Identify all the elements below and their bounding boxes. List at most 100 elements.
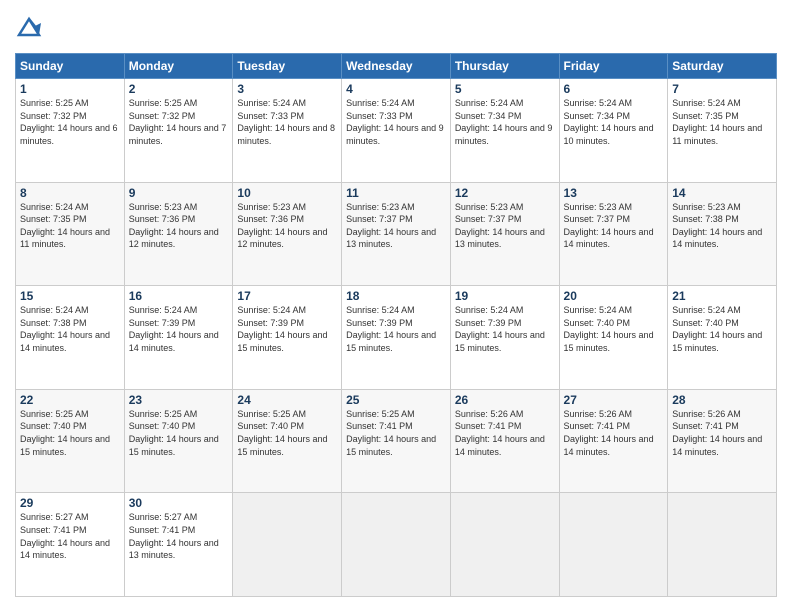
day-cell [233,493,342,597]
day-number: 23 [129,393,229,407]
day-cell: 6 Sunrise: 5:24 AMSunset: 7:34 PMDayligh… [559,79,668,183]
day-cell [559,493,668,597]
day-number: 19 [455,289,555,303]
day-number: 6 [564,82,664,96]
day-info: Sunrise: 5:24 AMSunset: 7:34 PMDaylight:… [564,97,664,147]
day-number: 18 [346,289,446,303]
day-info: Sunrise: 5:24 AMSunset: 7:35 PMDaylight:… [20,201,120,251]
day-cell: 21 Sunrise: 5:24 AMSunset: 7:40 PMDaylig… [668,286,777,390]
day-number: 30 [129,496,229,510]
week-row-4: 22 Sunrise: 5:25 AMSunset: 7:40 PMDaylig… [16,389,777,493]
day-number: 1 [20,82,120,96]
day-number: 24 [237,393,337,407]
weekday-sunday: Sunday [16,54,125,79]
day-cell: 16 Sunrise: 5:24 AMSunset: 7:39 PMDaylig… [124,286,233,390]
day-cell: 7 Sunrise: 5:24 AMSunset: 7:35 PMDayligh… [668,79,777,183]
day-number: 21 [672,289,772,303]
day-cell: 25 Sunrise: 5:25 AMSunset: 7:41 PMDaylig… [342,389,451,493]
day-cell: 11 Sunrise: 5:23 AMSunset: 7:37 PMDaylig… [342,182,451,286]
day-info: Sunrise: 5:23 AMSunset: 7:37 PMDaylight:… [564,201,664,251]
day-cell: 20 Sunrise: 5:24 AMSunset: 7:40 PMDaylig… [559,286,668,390]
day-number: 8 [20,186,120,200]
day-number: 2 [129,82,229,96]
day-cell: 10 Sunrise: 5:23 AMSunset: 7:36 PMDaylig… [233,182,342,286]
day-info: Sunrise: 5:26 AMSunset: 7:41 PMDaylight:… [455,408,555,458]
day-info: Sunrise: 5:25 AMSunset: 7:41 PMDaylight:… [346,408,446,458]
header [15,15,777,43]
day-cell: 4 Sunrise: 5:24 AMSunset: 7:33 PMDayligh… [342,79,451,183]
day-info: Sunrise: 5:23 AMSunset: 7:37 PMDaylight:… [346,201,446,251]
day-number: 17 [237,289,337,303]
day-info: Sunrise: 5:27 AMSunset: 7:41 PMDaylight:… [20,511,120,561]
day-cell: 18 Sunrise: 5:24 AMSunset: 7:39 PMDaylig… [342,286,451,390]
day-cell: 2 Sunrise: 5:25 AMSunset: 7:32 PMDayligh… [124,79,233,183]
day-info: Sunrise: 5:23 AMSunset: 7:38 PMDaylight:… [672,201,772,251]
week-row-5: 29 Sunrise: 5:27 AMSunset: 7:41 PMDaylig… [16,493,777,597]
day-cell: 13 Sunrise: 5:23 AMSunset: 7:37 PMDaylig… [559,182,668,286]
day-number: 7 [672,82,772,96]
day-info: Sunrise: 5:25 AMSunset: 7:32 PMDaylight:… [20,97,120,147]
day-cell: 17 Sunrise: 5:24 AMSunset: 7:39 PMDaylig… [233,286,342,390]
weekday-tuesday: Tuesday [233,54,342,79]
day-info: Sunrise: 5:25 AMSunset: 7:40 PMDaylight:… [129,408,229,458]
day-cell: 8 Sunrise: 5:24 AMSunset: 7:35 PMDayligh… [16,182,125,286]
day-info: Sunrise: 5:26 AMSunset: 7:41 PMDaylight:… [564,408,664,458]
day-info: Sunrise: 5:24 AMSunset: 7:33 PMDaylight:… [346,97,446,147]
day-cell: 5 Sunrise: 5:24 AMSunset: 7:34 PMDayligh… [450,79,559,183]
day-cell: 22 Sunrise: 5:25 AMSunset: 7:40 PMDaylig… [16,389,125,493]
day-info: Sunrise: 5:26 AMSunset: 7:41 PMDaylight:… [672,408,772,458]
day-number: 9 [129,186,229,200]
day-info: Sunrise: 5:24 AMSunset: 7:38 PMDaylight:… [20,304,120,354]
day-info: Sunrise: 5:24 AMSunset: 7:39 PMDaylight:… [455,304,555,354]
day-cell: 15 Sunrise: 5:24 AMSunset: 7:38 PMDaylig… [16,286,125,390]
calendar-body: 1 Sunrise: 5:25 AMSunset: 7:32 PMDayligh… [16,79,777,597]
day-number: 25 [346,393,446,407]
day-info: Sunrise: 5:24 AMSunset: 7:34 PMDaylight:… [455,97,555,147]
day-number: 27 [564,393,664,407]
weekday-saturday: Saturday [668,54,777,79]
day-cell: 24 Sunrise: 5:25 AMSunset: 7:40 PMDaylig… [233,389,342,493]
logo-icon [15,15,43,43]
day-info: Sunrise: 5:25 AMSunset: 7:32 PMDaylight:… [129,97,229,147]
day-info: Sunrise: 5:23 AMSunset: 7:36 PMDaylight:… [237,201,337,251]
logo [15,15,45,43]
day-info: Sunrise: 5:24 AMSunset: 7:40 PMDaylight:… [564,304,664,354]
weekday-monday: Monday [124,54,233,79]
day-cell: 9 Sunrise: 5:23 AMSunset: 7:36 PMDayligh… [124,182,233,286]
day-cell: 29 Sunrise: 5:27 AMSunset: 7:41 PMDaylig… [16,493,125,597]
day-info: Sunrise: 5:24 AMSunset: 7:40 PMDaylight:… [672,304,772,354]
day-number: 3 [237,82,337,96]
day-cell [450,493,559,597]
day-number: 5 [455,82,555,96]
day-cell [668,493,777,597]
day-info: Sunrise: 5:23 AMSunset: 7:37 PMDaylight:… [455,201,555,251]
weekday-header-row: SundayMondayTuesdayWednesdayThursdayFrid… [16,54,777,79]
day-cell: 3 Sunrise: 5:24 AMSunset: 7:33 PMDayligh… [233,79,342,183]
day-number: 28 [672,393,772,407]
week-row-3: 15 Sunrise: 5:24 AMSunset: 7:38 PMDaylig… [16,286,777,390]
day-info: Sunrise: 5:25 AMSunset: 7:40 PMDaylight:… [237,408,337,458]
day-info: Sunrise: 5:27 AMSunset: 7:41 PMDaylight:… [129,511,229,561]
day-cell: 1 Sunrise: 5:25 AMSunset: 7:32 PMDayligh… [16,79,125,183]
weekday-thursday: Thursday [450,54,559,79]
day-cell: 19 Sunrise: 5:24 AMSunset: 7:39 PMDaylig… [450,286,559,390]
page: SundayMondayTuesdayWednesdayThursdayFrid… [0,0,792,612]
week-row-1: 1 Sunrise: 5:25 AMSunset: 7:32 PMDayligh… [16,79,777,183]
day-number: 13 [564,186,664,200]
day-cell: 14 Sunrise: 5:23 AMSunset: 7:38 PMDaylig… [668,182,777,286]
day-cell: 28 Sunrise: 5:26 AMSunset: 7:41 PMDaylig… [668,389,777,493]
day-number: 29 [20,496,120,510]
week-row-2: 8 Sunrise: 5:24 AMSunset: 7:35 PMDayligh… [16,182,777,286]
day-number: 14 [672,186,772,200]
day-number: 12 [455,186,555,200]
day-info: Sunrise: 5:24 AMSunset: 7:39 PMDaylight:… [129,304,229,354]
day-number: 10 [237,186,337,200]
day-info: Sunrise: 5:24 AMSunset: 7:39 PMDaylight:… [346,304,446,354]
weekday-friday: Friday [559,54,668,79]
day-info: Sunrise: 5:24 AMSunset: 7:35 PMDaylight:… [672,97,772,147]
day-cell: 23 Sunrise: 5:25 AMSunset: 7:40 PMDaylig… [124,389,233,493]
day-cell: 30 Sunrise: 5:27 AMSunset: 7:41 PMDaylig… [124,493,233,597]
day-number: 26 [455,393,555,407]
day-cell [342,493,451,597]
day-info: Sunrise: 5:24 AMSunset: 7:39 PMDaylight:… [237,304,337,354]
